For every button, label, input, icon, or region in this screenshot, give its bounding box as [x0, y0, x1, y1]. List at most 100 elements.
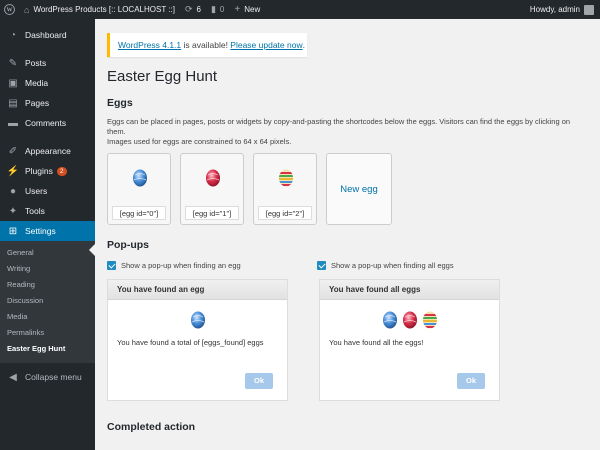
- comments-count: 0: [219, 5, 225, 14]
- site-name: WordPress Products [:: LOCALHOST ::]: [33, 5, 175, 14]
- sidebar-item-media[interactable]: ▣ Media: [0, 73, 95, 93]
- comment-bubble-icon: ▮: [210, 4, 216, 14]
- submenu-easter-egg-hunt[interactable]: Easter Egg Hunt: [0, 341, 95, 357]
- sidebar-item-pages[interactable]: ▤ Pages: [0, 93, 95, 113]
- submenu-media[interactable]: Media: [0, 309, 95, 325]
- popup-eggs: [108, 309, 287, 331]
- sidebar-item-label: Users: [25, 186, 48, 196]
- comments-link[interactable]: ▮ 0: [206, 0, 229, 19]
- notice-text: is available!: [181, 40, 231, 50]
- notice-end: .: [302, 40, 305, 50]
- sidebar-item-label: Media: [25, 78, 49, 88]
- sidebar-item-label: Pages: [25, 98, 50, 108]
- user-icon: ●: [9, 185, 17, 197]
- admin-sidebar: ◔ Dashboard ✎ Posts ▣ Media ▤ Pages ▬ Co…: [0, 19, 95, 450]
- popup-eggs: [320, 309, 499, 331]
- found-all-label: Show a pop-up when finding all eggs: [331, 261, 454, 270]
- updates-count: 6: [196, 5, 201, 14]
- completed-action-heading: Completed action: [107, 421, 196, 433]
- submenu-discussion[interactable]: Discussion: [0, 293, 95, 309]
- collapse-menu-button[interactable]: ◀ Collapse menu: [0, 367, 95, 387]
- popups-heading: Pop-ups: [107, 239, 149, 251]
- blue-egg-icon: [133, 169, 147, 187]
- version-link[interactable]: WordPress 4.1.1: [118, 40, 181, 50]
- wrench-icon: ✦: [8, 205, 18, 217]
- submenu-reading[interactable]: Reading: [0, 277, 95, 293]
- updates-icon: ⟳: [184, 4, 193, 14]
- updates-link[interactable]: ⟳ 6: [180, 0, 206, 19]
- sidebar-item-label: Dashboard: [25, 30, 67, 40]
- eggs-description: Eggs can be placed in pages, posts or wi…: [107, 117, 587, 147]
- sidebar-item-label: Plugins: [25, 166, 53, 176]
- found-all-popup: You have found all eggs You have found a…: [319, 279, 500, 401]
- striped-egg-icon: [279, 169, 293, 187]
- submenu-general[interactable]: General: [0, 245, 95, 261]
- media-icon: ▣: [8, 77, 18, 89]
- collapse-menu-label: Collapse menu: [25, 372, 82, 382]
- popup-ok-button[interactable]: Ok: [245, 373, 273, 389]
- account-menu[interactable]: Howdy, admin: [525, 0, 600, 19]
- sidebar-item-settings[interactable]: ⊞ Settings: [0, 221, 95, 241]
- egg-shortcode[interactable]: [egg id="0"]: [112, 206, 166, 220]
- popup-title: You have found an egg: [108, 280, 287, 300]
- striped-egg-icon: [422, 311, 437, 329]
- comments-icon: ▬: [8, 117, 18, 129]
- popup-title: You have found all eggs: [320, 280, 499, 300]
- popup-message: You have found a total of [eggs_found] e…: [117, 338, 264, 347]
- sidebar-item-plugins[interactable]: ⚡ Plugins 2: [0, 161, 95, 181]
- dashboard-icon: ◔: [9, 29, 17, 41]
- egg-card[interactable]: [egg id="2"]: [253, 153, 317, 225]
- settings-icon: ⊞: [8, 225, 18, 237]
- eggs-description-line-1: Eggs can be placed in pages, posts or wi…: [107, 117, 571, 136]
- admin-bar: W ⌂ WordPress Products [:: LOCALHOST ::]…: [0, 0, 600, 19]
- eggs-heading: Eggs: [107, 97, 133, 109]
- found-egg-option[interactable]: Show a pop-up when finding an egg: [107, 261, 317, 270]
- update-now-link[interactable]: Please update now: [230, 40, 302, 50]
- egg-card[interactable]: [egg id="1"]: [180, 153, 244, 225]
- sidebar-item-label: Appearance: [25, 146, 71, 156]
- plugins-update-badge: 2: [56, 166, 67, 176]
- avatar: [584, 4, 594, 15]
- submenu-writing[interactable]: Writing: [0, 261, 95, 277]
- sidebar-item-appearance[interactable]: ✐ Appearance: [0, 141, 95, 161]
- popup-previews: You have found an egg You have found a t…: [107, 279, 600, 401]
- sidebar-item-posts[interactable]: ✎ Posts: [0, 53, 95, 73]
- home-icon: ⌂: [24, 4, 30, 15]
- main-content: WordPress 4.1.1 is available! Please upd…: [95, 19, 600, 450]
- new-egg-button[interactable]: New egg: [326, 153, 392, 225]
- sidebar-item-users[interactable]: ● Users: [0, 181, 95, 201]
- found-egg-checkbox[interactable]: [107, 261, 116, 270]
- pages-icon: ▤: [8, 97, 18, 109]
- collapse-arrow-icon: ◀: [9, 371, 17, 383]
- brush-icon: ✐: [8, 145, 18, 157]
- blue-egg-icon: [382, 311, 397, 329]
- popup-options: Show a pop-up when finding an egg Show a…: [107, 261, 600, 270]
- wordpress-logo-icon[interactable]: W: [0, 0, 19, 19]
- sidebar-item-tools[interactable]: ✦ Tools: [0, 201, 95, 221]
- page-title: Easter Egg Hunt: [107, 68, 218, 85]
- found-all-checkbox[interactable]: [317, 261, 326, 270]
- svg-text:W: W: [6, 8, 12, 14]
- sidebar-item-dashboard[interactable]: ◔ Dashboard: [0, 25, 95, 45]
- new-content-link[interactable]: + New: [229, 0, 265, 19]
- egg-shortcode[interactable]: [egg id="1"]: [185, 206, 239, 220]
- new-label: New: [244, 5, 261, 14]
- egg-card[interactable]: [egg id="0"]: [107, 153, 171, 225]
- found-egg-popup: You have found an egg You have found a t…: [107, 279, 288, 401]
- sidebar-item-label: Posts: [25, 58, 47, 68]
- pin-icon: ✎: [8, 57, 18, 69]
- submenu-permalinks[interactable]: Permalinks: [0, 325, 95, 341]
- found-all-option[interactable]: Show a pop-up when finding all eggs: [317, 261, 454, 270]
- sidebar-item-label: Comments: [25, 118, 67, 128]
- egg-shortcode[interactable]: [egg id="2"]: [258, 206, 312, 220]
- plus-icon: +: [234, 4, 241, 15]
- update-notice: WordPress 4.1.1 is available! Please upd…: [107, 33, 307, 57]
- site-name-link[interactable]: ⌂ WordPress Products [:: LOCALHOST ::]: [19, 0, 180, 19]
- settings-submenu: General Writing Reading Discussion Media…: [0, 241, 95, 363]
- sidebar-item-comments[interactable]: ▬ Comments: [0, 113, 95, 133]
- red-egg-icon: [402, 311, 417, 329]
- popup-ok-button[interactable]: Ok: [457, 373, 485, 389]
- sidebar-item-label: Settings: [25, 226, 56, 236]
- found-egg-label: Show a pop-up when finding an egg: [121, 261, 241, 270]
- sidebar-item-label: Tools: [25, 206, 45, 216]
